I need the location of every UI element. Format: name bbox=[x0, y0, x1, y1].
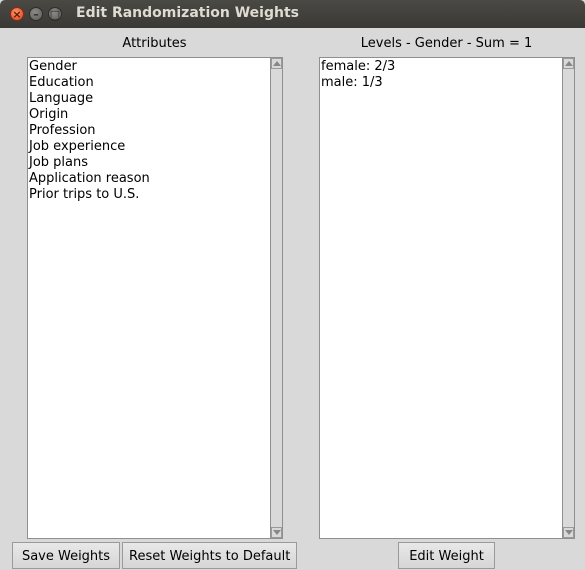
scrollbar-thumb[interactable] bbox=[272, 70, 281, 526]
save-weights-button[interactable]: Save Weights bbox=[12, 542, 120, 569]
scroll-down-arrow-icon[interactable] bbox=[271, 527, 282, 538]
level-list-item[interactable]: male: 1/3 bbox=[320, 75, 550, 91]
scroll-up-arrow-icon[interactable] bbox=[563, 58, 574, 69]
scroll-down-arrow-icon[interactable] bbox=[563, 527, 574, 538]
attribute-list-item[interactable]: Language bbox=[28, 91, 258, 107]
attribute-list-item[interactable]: Job experience bbox=[28, 139, 258, 155]
attribute-list-item[interactable]: Education bbox=[28, 75, 258, 91]
attribute-list-item[interactable]: Origin bbox=[28, 107, 258, 123]
attribute-list-item[interactable]: Profession bbox=[28, 123, 258, 139]
levels-label: Levels - Gender - Sum = 1 bbox=[360, 36, 533, 51]
title-bar: × – □ Edit Randomization Weights bbox=[0, 0, 585, 28]
attributes-label: Attributes bbox=[122, 36, 187, 51]
attributes-listbox[interactable]: Gender Education Language Origin Profession J… bbox=[27, 57, 271, 539]
scrollbar-thumb[interactable] bbox=[564, 70, 573, 526]
reset-weights-button[interactable]: Reset Weights to Default bbox=[122, 542, 297, 569]
close-window-icon[interactable]: × bbox=[10, 7, 24, 21]
window-title: Edit Randomization Weights bbox=[76, 5, 299, 21]
maximize-window-icon[interactable]: □ bbox=[48, 7, 62, 21]
edit-weight-button[interactable]: Edit Weight bbox=[398, 542, 495, 569]
attribute-list-item[interactable]: Job plans bbox=[28, 155, 258, 171]
minimize-window-icon[interactable]: – bbox=[29, 7, 43, 21]
level-list-item[interactable]: female: 2/3 bbox=[320, 59, 550, 75]
attributes-scrollbar[interactable] bbox=[270, 57, 283, 539]
levels-scrollbar[interactable] bbox=[562, 57, 575, 539]
attribute-list-item[interactable]: Prior trips to U.S. bbox=[28, 187, 258, 203]
attribute-list-item[interactable]: Gender bbox=[28, 59, 258, 75]
attribute-list-item[interactable]: Application reason bbox=[28, 171, 258, 187]
scroll-up-arrow-icon[interactable] bbox=[271, 58, 282, 69]
levels-listbox[interactable]: female: 2/3 male: 1/3 bbox=[319, 57, 563, 539]
